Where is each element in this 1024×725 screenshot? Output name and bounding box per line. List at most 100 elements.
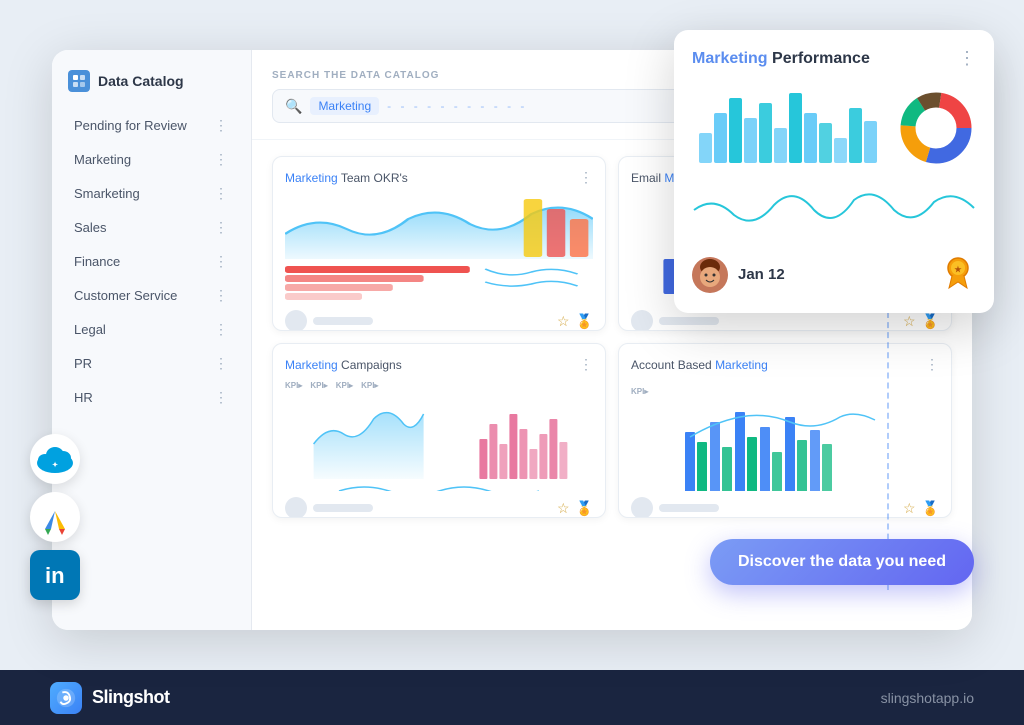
sidebar-item-customer-service[interactable]: Customer Service ⋮ [58, 279, 245, 312]
avatar-svg [692, 257, 728, 293]
linkedin-logo: in [30, 550, 80, 600]
award-icon: 🏅 [922, 500, 939, 517]
salesforce-logo: ✦ [30, 434, 80, 484]
google-ads-svg [35, 499, 75, 535]
sidebar-item-label: Smarketing [74, 186, 140, 201]
kpi-label: KPI▸ [310, 381, 327, 390]
popup-footer: Jan 12 ★ [692, 254, 976, 295]
user-name-placeholder [659, 504, 719, 512]
more-dots-icon[interactable]: ⋮ [214, 321, 229, 338]
svg-text:in: in [45, 563, 65, 588]
card-marketing-campaigns[interactable]: Marketing Campaigns ⋮ KPI▸ KPI▸ KPI▸ KPI… [272, 343, 606, 518]
more-dots-icon[interactable]: ⋮ [214, 355, 229, 372]
award-icon: 🏅 [576, 313, 593, 330]
sidebar-item-label: Legal [74, 322, 106, 337]
search-icon: 🔍 [285, 98, 302, 115]
sidebar-item-label: Customer Service [74, 288, 177, 303]
google-ads-logo [30, 492, 80, 542]
sidebar-item-sales[interactable]: Sales ⋮ [58, 211, 245, 244]
sidebar-item-marketing[interactable]: Marketing ⋮ [58, 143, 245, 176]
side-logos: ✦ in [30, 434, 80, 600]
more-dots-icon[interactable]: ⋮ [214, 389, 229, 406]
card-chart-area [285, 194, 593, 304]
popup-header: Marketing Performance ⋮ [692, 48, 976, 69]
more-dots-icon[interactable]: ⋮ [214, 253, 229, 270]
area-chart-3 [285, 394, 452, 479]
popup-award-icon: ★ [940, 254, 976, 295]
more-dots-icon[interactable]: ⋮ [214, 287, 229, 304]
card-account-based[interactable]: Account Based Marketing ⋮ KPI▸ [618, 343, 952, 518]
sidebar-item-label: Sales [74, 220, 107, 235]
card-chart-area: KPI▸ KPI▸ KPI▸ KPI▸ [285, 381, 593, 491]
more-dots-icon[interactable]: ⋮ [214, 117, 229, 134]
sidebar-item-label: HR [74, 390, 93, 405]
sidebar-item-smarketing[interactable]: Smarketing ⋮ [58, 177, 245, 210]
sidebar-item-pending[interactable]: Pending for Review ⋮ [58, 109, 245, 142]
kpi-label: KPI▸ [361, 381, 378, 390]
card-chart-area: KPI▸ [631, 381, 939, 491]
sidebar-item-hr[interactable]: HR ⋮ [58, 381, 245, 414]
card-title: Marketing Team OKR's [285, 171, 408, 185]
more-dots-icon[interactable]: ⋮ [214, 151, 229, 168]
popup-donut-chart [896, 88, 976, 168]
star-icon[interactable]: ☆ [903, 313, 916, 330]
salesforce-svg: ✦ [35, 445, 75, 473]
card-footer: ☆ 🏅 [285, 310, 593, 331]
wave-line-3 [285, 479, 593, 491]
popup-donut-section [896, 88, 976, 168]
card-header: Marketing Campaigns ⋮ [285, 356, 593, 373]
award-icon: 🏅 [576, 500, 593, 517]
sidebar-item-pr[interactable]: PR ⋮ [58, 347, 245, 380]
card-header: Marketing Team OKR's ⋮ [285, 169, 593, 186]
card-footer: ☆ 🏅 [285, 497, 593, 518]
discover-button[interactable]: Discover the data you need [710, 539, 974, 585]
website-url: slingshotapp.io [881, 690, 974, 706]
sidebar-item-label: Finance [74, 254, 120, 269]
bar-chart-3 [456, 394, 593, 479]
user-name-placeholder [313, 504, 373, 512]
avatar [631, 310, 653, 331]
footer-icons: ☆ 🏅 [903, 313, 939, 330]
kpi-label: KPI▸ [336, 381, 353, 390]
avatar [285, 310, 307, 331]
svg-text:✦: ✦ [52, 461, 58, 469]
card-title: Marketing Campaigns [285, 358, 402, 372]
sidebar-title: Data Catalog [98, 73, 184, 89]
svg-text:★: ★ [954, 265, 962, 274]
more-dots-icon[interactable]: ⋮ [214, 219, 229, 236]
popup-line-chart [692, 180, 976, 235]
kpi-label: KPI▸ [285, 381, 302, 390]
sidebar-item-label: Marketing [74, 152, 131, 167]
slingshot-icon [50, 682, 82, 714]
card-menu-icon[interactable]: ⋮ [925, 356, 939, 373]
search-dashes: - - - - - - - - - - - [387, 99, 527, 113]
slingshot-brand-name: Slingshot [92, 687, 170, 708]
card-menu-icon[interactable]: ⋮ [579, 356, 593, 373]
user-avatar [692, 257, 728, 293]
bottom-bar: Slingshot slingshotapp.io [0, 670, 1024, 725]
more-dots-icon[interactable]: ⋮ [214, 185, 229, 202]
sidebar-item-finance[interactable]: Finance ⋮ [58, 245, 245, 278]
sidebar: Data Catalog Pending for Review ⋮ Market… [52, 50, 252, 630]
card-menu-icon[interactable]: ⋮ [579, 169, 593, 186]
popup-card: Marketing Performance ⋮ [674, 30, 994, 313]
footer-icons: ☆ 🏅 [903, 500, 939, 517]
popup-menu-icon[interactable]: ⋮ [958, 48, 976, 69]
popup-charts-row [692, 83, 976, 168]
star-icon[interactable]: ☆ [557, 500, 570, 517]
grouped-bar-chart-4 [631, 402, 939, 491]
card-header: Account Based Marketing ⋮ [631, 356, 939, 373]
linkedin-svg: in [41, 561, 69, 589]
card-marketing-okr[interactable]: Marketing Team OKR's ⋮ [272, 156, 606, 331]
avatar [285, 497, 307, 518]
star-icon[interactable]: ☆ [903, 500, 916, 517]
line-chart-svg [285, 194, 593, 259]
sidebar-item-legal[interactable]: Legal ⋮ [58, 313, 245, 346]
popup-user: Jan 12 [692, 257, 785, 293]
avatar [631, 497, 653, 518]
catalog-icon [68, 70, 90, 92]
user-name-placeholder [659, 317, 719, 325]
card-title: Account Based Marketing [631, 358, 768, 372]
sidebar-item-label: Pending for Review [74, 118, 187, 133]
star-icon[interactable]: ☆ [557, 313, 570, 330]
